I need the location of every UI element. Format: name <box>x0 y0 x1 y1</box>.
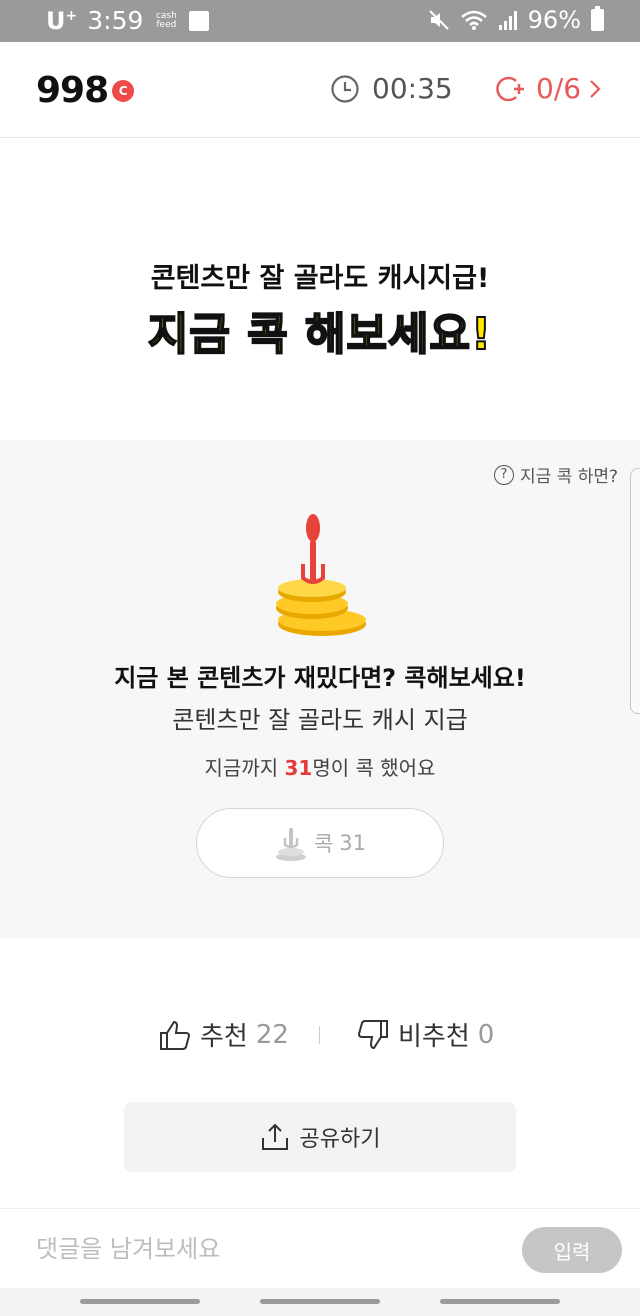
notification-square-icon <box>189 10 210 31</box>
cash-counter-button[interactable]: 0/6 <box>494 72 601 105</box>
points-value: 998 <box>36 70 109 111</box>
timer-value: 00:35 <box>372 72 453 105</box>
timer: 00:35 <box>330 72 453 105</box>
clock-icon <box>331 74 359 103</box>
coin-plus-icon <box>496 76 524 101</box>
comment-submit-button[interactable]: 입력 <box>522 1227 622 1273</box>
reactions-bar: 추천 22 비추천 0 <box>0 1000 640 1070</box>
comment-input[interactable] <box>36 1229 496 1269</box>
kok-button[interactable]: 콕 31 <box>196 808 444 878</box>
cashfeed-badge-icon: cash feed <box>155 10 177 30</box>
kok-count-line: 지금까지 31명이 콕 했어요 <box>204 756 436 780</box>
share-label: 공유하기 <box>299 1127 381 1152</box>
nav-back-pill[interactable] <box>440 1299 560 1304</box>
nav-home-pill[interactable] <box>260 1299 380 1304</box>
kok-button-label: 콕 <box>313 832 334 856</box>
wifi-icon <box>460 10 487 30</box>
top-header: 998 C 00:35 0/6 <box>0 42 640 138</box>
fork-coins-icon <box>276 514 366 636</box>
reactions-divider <box>319 1026 320 1044</box>
dislike-label: 비추천 <box>398 1022 470 1052</box>
thumbs-up-icon <box>160 1020 191 1050</box>
points-display[interactable]: 998 C <box>36 70 135 111</box>
mute-icon <box>428 10 449 30</box>
nav-recent-pill[interactable] <box>80 1299 200 1304</box>
kok-count: 31 <box>284 756 313 780</box>
kok-help-label: 지금 콕 하면? <box>519 467 618 487</box>
fork-coins-small-icon <box>275 828 306 861</box>
dislike-button[interactable]: 비추천 0 <box>356 1016 494 1053</box>
kok-button-count: 31 <box>339 831 367 855</box>
scrollbar[interactable] <box>630 468 640 714</box>
kok-subtitle: 콘텐츠만 잘 골라도 캐시 지급 <box>172 706 468 734</box>
kok-title: 지금 본 콘텐츠가 재밌다면? 콕해보세요! <box>114 664 526 692</box>
promo-banner: 콘텐츠만 잘 골라도 캐시지급! 지금 콕 해보세요! <box>0 138 640 440</box>
battery-icon <box>591 6 604 31</box>
question-icon: ? <box>493 464 514 485</box>
status-bar: U+ 3:59 cash feed 96% <box>0 0 640 42</box>
comment-bar: 입력 <box>0 1208 640 1288</box>
dislike-count: 0 <box>477 1019 495 1050</box>
like-button[interactable]: 추천 22 <box>158 1016 289 1053</box>
signal-icon <box>498 11 517 30</box>
kok-help-link[interactable]: ? 지금 콕 하면? <box>493 462 618 487</box>
battery-percent: 96% <box>527 6 581 34</box>
like-label: 추천 <box>200 1022 248 1052</box>
chevron-right-icon <box>590 79 601 98</box>
coin-icon: C <box>112 79 135 102</box>
nav-gesture-bar <box>0 1288 640 1316</box>
promo-callout: 지금 콕 해보세요! <box>147 308 493 361</box>
like-count: 22 <box>255 1019 289 1050</box>
status-time: 3:59 <box>87 6 144 35</box>
carrier-label: U+ <box>46 6 78 35</box>
promo-headline: 콘텐츠만 잘 골라도 캐시지급! <box>150 263 490 294</box>
kok-panel: ? 지금 콕 하면? 지금 본 콘텐츠가 재밌다면? 콕해보세요! 콘텐츠만 잘… <box>0 440 640 938</box>
thumbs-down-icon <box>357 1019 388 1049</box>
share-icon <box>261 1123 288 1150</box>
share-button[interactable]: 공유하기 <box>124 1102 516 1172</box>
counter-value: 0/6 <box>536 72 582 105</box>
